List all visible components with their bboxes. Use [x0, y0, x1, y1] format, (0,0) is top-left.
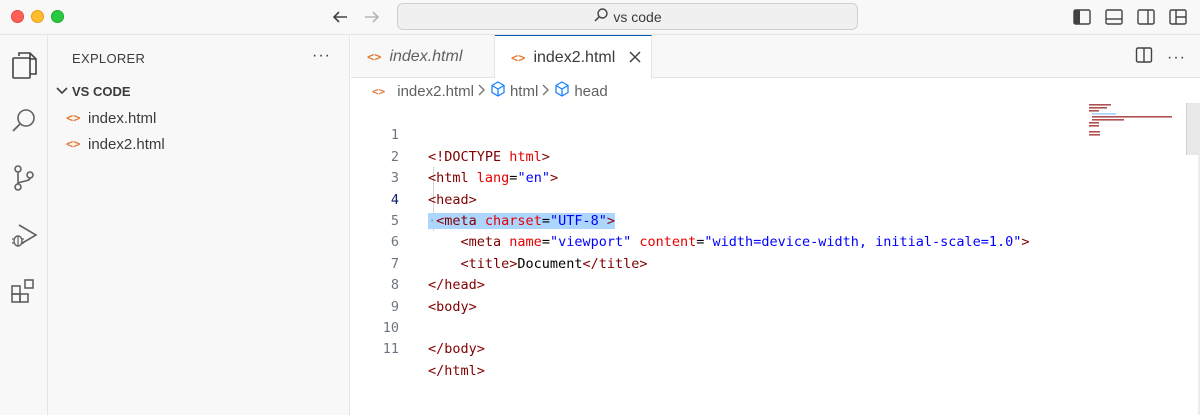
tab-label: index2.html — [533, 48, 616, 66]
chevron-right-icon — [478, 83, 486, 99]
breadcrumb-head[interactable]: head — [554, 81, 608, 101]
workspace-folder[interactable]: VS CODE — [48, 80, 350, 102]
code-line: 1 <!DOCTYPE html> — [351, 104, 1091, 164]
tab-label: index.html — [389, 47, 463, 65]
tab-index2-html[interactable]: <> index2.html — [495, 35, 652, 79]
window-close-button[interactable] — [11, 10, 24, 23]
line-number: 11 — [382, 341, 399, 358]
command-center-search[interactable]: vs code — [397, 3, 858, 30]
search-icon — [593, 7, 609, 26]
code-line: 3 <head> — [351, 147, 1091, 207]
more-actions-icon[interactable]: ··· — [1167, 49, 1186, 67]
split-editor-icon[interactable] — [1135, 46, 1153, 69]
folder-label: VS CODE — [72, 83, 131, 99]
html-file-icon: <> — [367, 49, 382, 64]
code-line: 10 </body> — [351, 297, 1091, 357]
search-icon[interactable] — [0, 97, 48, 145]
window-maximize-button[interactable] — [51, 10, 64, 23]
code-text: </body> — [428, 341, 485, 358]
breadcrumb-file[interactable]: <> index2.html — [372, 83, 474, 100]
title-bar: vs code — [0, 0, 1200, 35]
breadcrumb-file-label: index2.html — [397, 82, 474, 100]
minimap[interactable] — [1089, 104, 1184, 164]
explorer-icon[interactable] — [0, 41, 48, 89]
more-actions-icon[interactable]: ··· — [312, 47, 331, 65]
command-center-text: vs code — [613, 8, 662, 25]
toggle-secondary-sidebar-icon[interactable] — [1136, 7, 1156, 27]
chevron-right-icon — [542, 83, 550, 99]
code-line: 2 <html lang="en"> — [351, 125, 1091, 186]
file-name: index.html — [88, 109, 157, 127]
editor-tab-bar: <> index.html <> index2.html ··· — [351, 35, 1200, 79]
breadcrumb-html-label: html — [509, 82, 539, 100]
breadcrumb: <> index2.html html head — [372, 80, 608, 102]
tab-index-html[interactable]: <> index.html — [351, 35, 495, 78]
activity-bar — [0, 35, 48, 415]
back-arrow-icon[interactable] — [329, 6, 351, 28]
toggle-primary-sidebar-icon[interactable] — [1072, 7, 1092, 27]
file-name: index2.html — [88, 135, 165, 153]
code-line: 7 </head> — [351, 232, 1091, 293]
file-item-index[interactable]: <> index.html — [48, 105, 350, 131]
code-line: 9 — [351, 275, 1091, 315]
html-file-icon: <> — [66, 111, 81, 125]
vertical-scrollbar[interactable] — [1186, 103, 1200, 155]
element-cube-icon — [490, 81, 506, 101]
code-line: 11 </html> — [351, 318, 1091, 378]
code-text: </html> — [428, 362, 485, 379]
explorer-sidebar: EXPLORER ··· VS CODE <> index.html <> in… — [48, 35, 350, 415]
explorer-title: EXPLORER — [72, 51, 146, 66]
html-file-icon: <> — [372, 84, 386, 98]
customize-layout-icon[interactable] — [1168, 7, 1188, 27]
breadcrumb-head-label: head — [574, 82, 608, 100]
code-editor[interactable]: 1 <!DOCTYPE html> 2 <html lang="en"> 3 <… — [351, 103, 1200, 415]
forward-arrow-icon[interactable] — [361, 6, 383, 28]
chevron-down-icon — [54, 87, 70, 95]
close-icon[interactable] — [629, 47, 641, 68]
breadcrumb-html[interactable]: html — [490, 81, 538, 101]
window-minimize-button[interactable] — [31, 10, 44, 23]
source-control-icon[interactable] — [0, 154, 48, 202]
run-and-debug-icon[interactable] — [0, 211, 48, 259]
html-file-icon: <> — [66, 137, 81, 151]
file-item-index2[interactable]: <> index2.html — [48, 131, 350, 157]
html-file-icon: <> — [511, 50, 526, 65]
code-line: 8 <body> — [351, 254, 1091, 314]
code-line-active: 4 ·<meta charset="UTF-8"> — [351, 168, 1091, 229]
element-cube-icon — [554, 81, 570, 101]
toggle-panel-icon[interactable] — [1104, 7, 1124, 27]
code-line: 5 <meta name="viewport" content="width=d… — [351, 190, 1091, 250]
extensions-icon[interactable] — [0, 268, 48, 316]
code-line: 6 <title>Document</title> — [351, 211, 1091, 271]
